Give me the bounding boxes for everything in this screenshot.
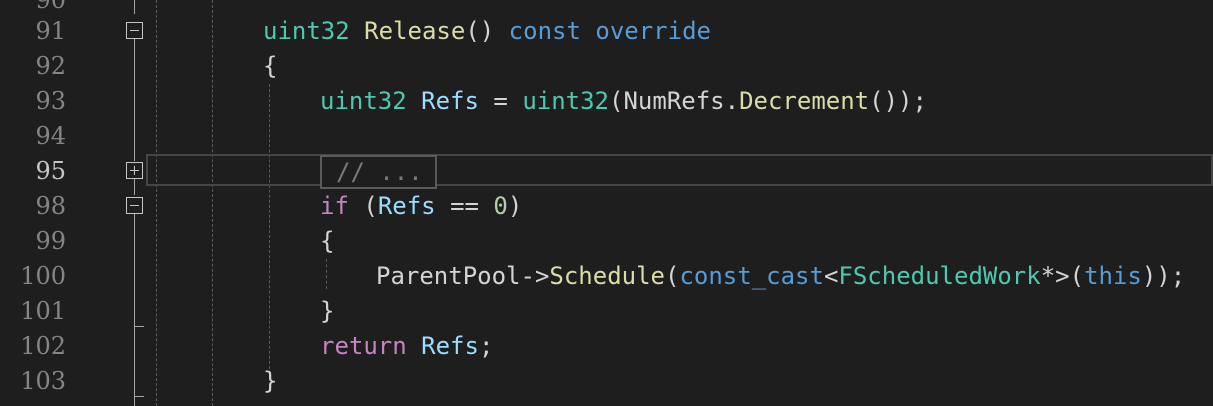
code-line: {: [320, 224, 334, 259]
type-token: uint32: [522, 87, 610, 115]
punct-token: >: [1055, 262, 1070, 290]
outline-gutter-line: [134, 326, 144, 327]
code-line: if (Refs == 0): [320, 189, 522, 224]
brace-token: }: [263, 367, 278, 395]
outline-gutter-line: [134, 326, 135, 406]
punct-token: ));: [1141, 262, 1186, 290]
line-number: 93: [35, 87, 66, 115]
outline-gutter-line: [134, 179, 135, 195]
line-number: 100: [20, 262, 66, 290]
identifier-token: NumRefs: [623, 87, 725, 115]
identifier-token: ParentPool: [376, 262, 521, 290]
line-number: 101: [20, 297, 66, 325]
code-line: uint32 Release() const override: [263, 14, 711, 49]
keyword-token: override: [595, 17, 711, 45]
brace-token: {: [263, 52, 278, 80]
collapse-icon[interactable]: [126, 22, 143, 39]
code-line: }: [320, 294, 334, 329]
punct-token: (: [665, 262, 680, 290]
type-token: FScheduledWork: [838, 262, 1041, 290]
punct-token: ): [507, 192, 523, 220]
line-number: 102: [20, 332, 66, 360]
keyword-token: const: [508, 17, 581, 45]
punct-token: <: [823, 262, 839, 290]
variable-token: Refs: [421, 332, 479, 360]
outline-gutter-line: [134, 214, 135, 326]
punct-token: *: [1040, 262, 1056, 290]
indent-guide: [269, 84, 270, 374]
punct-token: .: [724, 87, 740, 115]
variable-token: Refs: [421, 87, 479, 115]
punct-token: (: [609, 87, 624, 115]
code-line: return Refs;: [320, 329, 493, 364]
indent-guide: [156, 0, 157, 406]
code-line: {: [263, 49, 277, 84]
type-token: uint32: [320, 87, 407, 115]
line-number: 94: [35, 122, 66, 150]
keyword-token: const_cast: [679, 262, 824, 290]
punct-token: (: [363, 192, 378, 220]
indent-guide: [326, 259, 327, 289]
function-token: Decrement: [739, 87, 870, 115]
indent-guide: [212, 0, 213, 406]
code-editor[interactable]: 90 91 92 93 94 95 98 99 100 101 102 103 …: [0, 0, 1213, 406]
line-number: 99: [35, 227, 66, 255]
keyword-token: return: [320, 332, 407, 360]
punct-token: (: [1069, 262, 1085, 290]
brace-token: }: [320, 297, 335, 325]
type-token: uint32: [263, 17, 350, 45]
line-number: 91: [35, 17, 66, 45]
line-number: 92: [35, 52, 66, 80]
keyword-token: this: [1084, 262, 1142, 290]
operator-token: =: [493, 87, 508, 115]
line-number: 98: [35, 192, 66, 220]
operator-token: ->: [520, 262, 550, 290]
function-token: Schedule: [549, 262, 665, 290]
operator-token: ==: [450, 192, 479, 220]
code-line: uint32 Refs = uint32(NumRefs.Decrement()…: [320, 84, 927, 119]
current-line-highlight: [146, 154, 1213, 186]
variable-token: Refs: [377, 192, 436, 220]
keyword-token: if: [320, 192, 349, 220]
code-line: ParentPool->Schedule(const_cast<FSchedul…: [376, 259, 1185, 294]
function-token: Release: [364, 17, 466, 45]
line-number: 103: [20, 367, 66, 395]
outline-gutter-line: [134, 0, 135, 14]
number-token: 0: [493, 192, 508, 220]
line-number-current: 95: [35, 157, 66, 185]
outline-gutter-line: [134, 39, 135, 161]
punct-token: ;: [478, 332, 494, 360]
brace-token: {: [320, 227, 335, 255]
collapse-icon[interactable]: [126, 197, 143, 214]
punct-token: ());: [869, 87, 927, 115]
punct-token: (): [465, 17, 495, 45]
collapsed-region[interactable]: // ...: [320, 155, 437, 189]
code-line: }: [263, 364, 277, 399]
outline-gutter-line: [134, 396, 144, 397]
expand-icon[interactable]: [126, 162, 143, 179]
